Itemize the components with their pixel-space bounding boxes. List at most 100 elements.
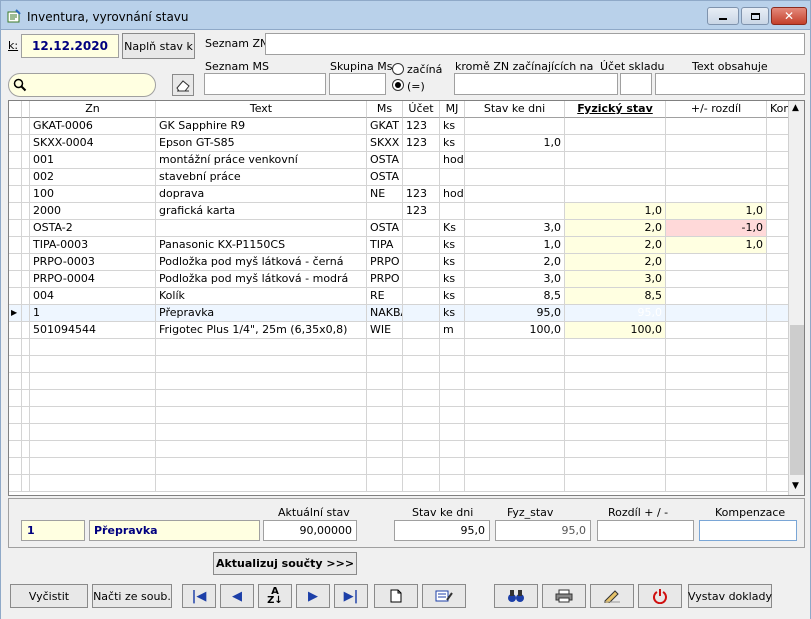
table-cell[interactable]: ks	[440, 271, 465, 288]
table-cell[interactable]	[565, 390, 666, 407]
table-cell[interactable]: OSTA	[367, 152, 403, 169]
refresh-totals-button[interactable]: Aktualizuj součty >>>	[213, 552, 357, 575]
table-cell[interactable]	[440, 424, 465, 441]
row-indicator[interactable]	[9, 441, 22, 458]
table-row[interactable]	[9, 356, 797, 373]
row-indicator[interactable]	[9, 186, 22, 203]
table-cell[interactable]	[440, 169, 465, 186]
table-cell[interactable]	[30, 356, 156, 373]
table-cell[interactable]	[403, 322, 440, 339]
table-cell[interactable]: 100,0	[565, 322, 666, 339]
table-cell[interactable]	[30, 475, 156, 492]
scroll-down-icon[interactable]: ▼	[792, 481, 799, 491]
table-cell[interactable]: -1,0	[666, 220, 767, 237]
table-cell[interactable]	[30, 390, 156, 407]
table-cell[interactable]	[440, 475, 465, 492]
table-cell[interactable]: 1	[30, 305, 156, 322]
load-file-button[interactable]: Načti ze soub.	[92, 584, 172, 608]
table-row[interactable]: PRPO-0004 Podložka pod myš látková - modr…	[9, 271, 797, 288]
table-row[interactable]: ▶1PřepravkaNAKBAks95,095,0	[9, 305, 797, 322]
table-row[interactable]	[9, 407, 797, 424]
radio-equals[interactable]	[392, 79, 404, 91]
table-cell[interactable]	[465, 407, 565, 424]
table-row[interactable]	[9, 441, 797, 458]
table-cell[interactable]: 123	[403, 203, 440, 220]
table-cell[interactable]	[30, 407, 156, 424]
table-cell[interactable]	[565, 169, 666, 186]
table-cell[interactable]	[565, 373, 666, 390]
table-cell[interactable]	[565, 441, 666, 458]
table-cell[interactable]	[666, 305, 767, 322]
table-cell[interactable]: OSTA	[367, 169, 403, 186]
table-cell[interactable]	[367, 407, 403, 424]
row-indicator[interactable]	[9, 135, 22, 152]
table-row[interactable]: 501094544 Frigotec Plus 1/4", 25m (6,35x0…	[9, 322, 797, 339]
row-indicator[interactable]	[9, 169, 22, 186]
power-button[interactable]	[638, 584, 682, 608]
table-cell[interactable]: ks	[440, 254, 465, 271]
table-cell[interactable]	[465, 373, 565, 390]
row-indicator[interactable]	[9, 339, 22, 356]
table-cell[interactable]: 2,0	[465, 254, 565, 271]
except-input[interactable]	[454, 73, 618, 95]
prev-record-button[interactable]: ◀	[220, 584, 254, 608]
table-cell[interactable]: 95,0	[465, 305, 565, 322]
table-cell[interactable]	[465, 458, 565, 475]
table-cell[interactable]	[666, 254, 767, 271]
table-cell[interactable]: NAKBA	[367, 305, 403, 322]
table-cell[interactable]	[440, 339, 465, 356]
table-cell[interactable]: GKAT-0006	[30, 118, 156, 135]
table-cell[interactable]	[666, 424, 767, 441]
table-cell[interactable]: 123	[403, 135, 440, 152]
column-header[interactable]: +/- rozdíl	[666, 101, 767, 118]
table-cell[interactable]	[367, 339, 403, 356]
table-cell[interactable]: Panasonic KX-P1150CS	[156, 237, 367, 254]
table-cell[interactable]: 2,0	[565, 220, 666, 237]
table-cell[interactable]	[666, 186, 767, 203]
table-cell[interactable]: 501094544	[30, 322, 156, 339]
table-cell[interactable]	[30, 339, 156, 356]
table-cell[interactable]: 2,0	[565, 254, 666, 271]
tools-button[interactable]	[590, 584, 634, 608]
row-indicator[interactable]	[9, 373, 22, 390]
table-cell[interactable]	[30, 373, 156, 390]
table-cell[interactable]	[30, 441, 156, 458]
edit-record-button[interactable]	[422, 584, 466, 608]
row-indicator[interactable]	[9, 424, 22, 441]
table-cell[interactable]	[565, 118, 666, 135]
inventory-grid[interactable]: Zn Text Ms Účet MJ Stav ke dni Fyzický stav +/-…	[8, 100, 805, 496]
table-cell[interactable]	[440, 441, 465, 458]
table-cell[interactable]: 123	[403, 118, 440, 135]
table-cell[interactable]	[403, 305, 440, 322]
table-cell[interactable]	[403, 271, 440, 288]
table-cell[interactable]: grafická karta	[156, 203, 367, 220]
new-record-button[interactable]	[374, 584, 418, 608]
table-cell[interactable]	[465, 203, 565, 220]
table-cell[interactable]: GKAT	[367, 118, 403, 135]
row-indicator[interactable]: ▶	[9, 305, 22, 322]
vertical-scrollbar[interactable]: ▲ ▼	[788, 101, 804, 495]
first-record-button[interactable]: |◀	[182, 584, 216, 608]
table-cell[interactable]	[367, 475, 403, 492]
table-cell[interactable]	[367, 458, 403, 475]
table-cell[interactable]	[465, 118, 565, 135]
table-cell[interactable]	[367, 441, 403, 458]
table-cell[interactable]: 123	[403, 186, 440, 203]
table-cell[interactable]	[666, 390, 767, 407]
column-header[interactable]: Ms	[367, 101, 403, 118]
table-cell[interactable]: doprava	[156, 186, 367, 203]
binoculars-button[interactable]	[494, 584, 538, 608]
table-cell[interactable]: TIPA-0003	[30, 237, 156, 254]
table-cell[interactable]	[403, 441, 440, 458]
table-cell[interactable]	[440, 407, 465, 424]
table-cell[interactable]: RE	[367, 288, 403, 305]
last-record-button[interactable]: ▶|	[334, 584, 368, 608]
table-cell[interactable]: Podložka pod myš látková - černá	[156, 254, 367, 271]
table-cell[interactable]: montážní práce venkovní	[156, 152, 367, 169]
table-cell[interactable]	[565, 339, 666, 356]
table-cell[interactable]	[565, 152, 666, 169]
table-cell[interactable]	[403, 373, 440, 390]
table-cell[interactable]	[666, 152, 767, 169]
table-cell[interactable]: PRPO-0004	[30, 271, 156, 288]
table-row[interactable]	[9, 424, 797, 441]
